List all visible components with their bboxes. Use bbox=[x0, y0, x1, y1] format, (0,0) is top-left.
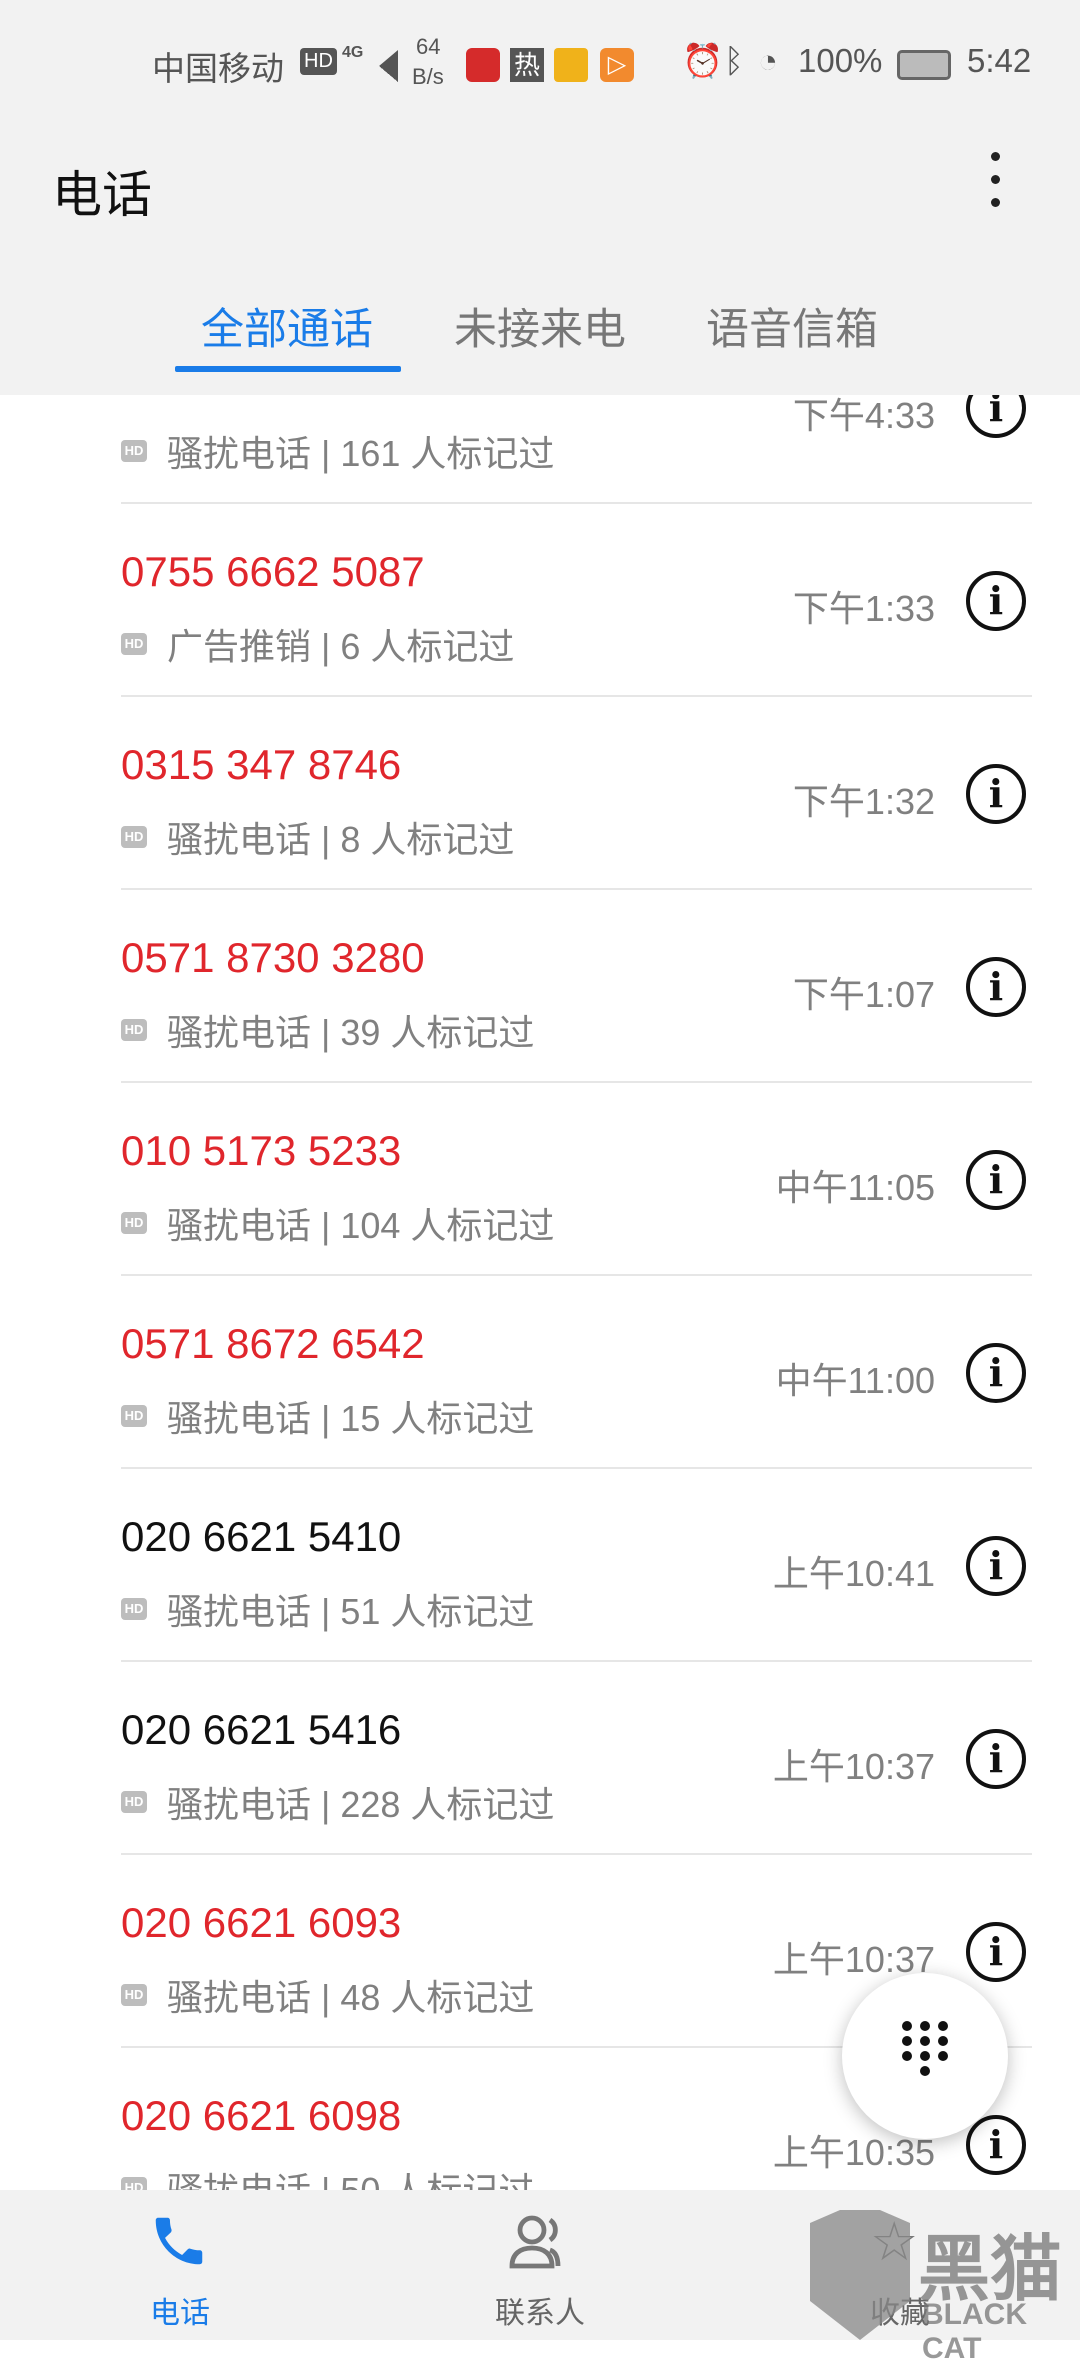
black-cat-watermark: 黑猫 BLACK CAT bbox=[810, 2210, 1080, 2365]
info-icon[interactable]: i bbox=[966, 571, 1026, 631]
call-log-row[interactable]: 0755 6662 5087 HD 广告推销 | 6 人标记过 下午1:33 i bbox=[121, 504, 1032, 697]
tab-all-calls[interactable]: 全部通话 bbox=[201, 295, 373, 357]
call-log-row[interactable]: 020 6621 5416 HD 骚扰电话 | 228 人标记过 上午10:37 … bbox=[121, 1662, 1032, 1855]
battery-percent: 100% bbox=[798, 42, 883, 79]
bluetooth-icon: ᛒ bbox=[724, 42, 744, 79]
spam-tag: 骚扰电话 | 39 人标记过 bbox=[167, 1012, 535, 1053]
info-icon[interactable]: i bbox=[966, 1536, 1026, 1596]
info-icon[interactable]: i bbox=[966, 2115, 1026, 2175]
dialpad-button[interactable] bbox=[842, 1973, 1008, 2139]
call-time: 下午1:33 bbox=[792, 588, 935, 629]
hd-call-icon: HD bbox=[121, 440, 147, 462]
play-app-icon: ▷ bbox=[600, 48, 634, 82]
signal-icon bbox=[360, 50, 398, 82]
call-time: 中午11:00 bbox=[775, 1360, 935, 1401]
call-log-row[interactable]: 0571 8672 6542 HD 骚扰电话 | 15 人标记过 中午11:00 … bbox=[121, 1276, 1032, 1469]
phone-number: 0755 6662 5087 bbox=[121, 548, 425, 595]
call-time: 上午10:41 bbox=[772, 1553, 935, 1594]
network-type: 4G bbox=[342, 44, 364, 61]
spam-tag: 骚扰电话 | 104 人标记过 bbox=[167, 1205, 555, 1246]
phone-icon bbox=[155, 2217, 203, 2265]
phone-number: 020 6621 5416 bbox=[121, 1706, 402, 1753]
info-icon[interactable]: i bbox=[966, 1150, 1026, 1210]
phone-number: 020 6621 6093 bbox=[121, 1899, 402, 1946]
nav-contacts[interactable]: 联系人 bbox=[360, 2190, 720, 2340]
more-vert-icon[interactable] bbox=[980, 152, 1010, 212]
hd-call-icon: HD bbox=[121, 1019, 147, 1041]
call-time: 中午11:05 bbox=[775, 1167, 935, 1208]
spam-tag: 广告推销 | 6 人标记过 bbox=[167, 626, 515, 667]
phone-number: 0315 347 8746 bbox=[121, 741, 402, 788]
phone-number: 020 6621 6098 bbox=[121, 2092, 402, 2139]
info-icon[interactable]: i bbox=[966, 764, 1026, 824]
call-time: 下午1:07 bbox=[792, 974, 935, 1015]
call-log-row[interactable]: 0315 347 8746 HD 骚扰电话 | 8 人标记过 下午1:32 i bbox=[121, 697, 1032, 890]
status-bar: 中国移动 HD 4G 64 B/s 热 ▷ ⏰ ᛒ ◔ 100% 5:42 bbox=[0, 0, 1080, 130]
info-icon[interactable]: i bbox=[966, 957, 1026, 1017]
call-log-row[interactable]: 0571 8730 3280 HD 骚扰电话 | 39 人标记过 下午1:07 i bbox=[121, 890, 1032, 1083]
call-log-list[interactable]: HD 骚扰电话 | 161 人标记过 下午4:33 i 0755 6662 5087… bbox=[0, 311, 1080, 2241]
info-icon[interactable]: i bbox=[966, 1922, 1026, 1982]
phone-number: 020 6621 5410 bbox=[121, 1513, 402, 1560]
call-label: HD 骚扰电话 | 48 人标记过 bbox=[121, 1969, 534, 2021]
nav-phone-label: 电话 bbox=[150, 2297, 210, 2330]
call-time: 上午10:37 bbox=[772, 1746, 935, 1787]
call-label: HD 骚扰电话 | 228 人标记过 bbox=[121, 1776, 554, 1828]
info-icon[interactable]: i bbox=[966, 1729, 1026, 1789]
call-log-row[interactable]: 020 6621 5410 HD 骚扰电话 | 51 人标记过 上午10:41 i bbox=[121, 1469, 1032, 1662]
hd-call-icon: HD bbox=[121, 1984, 147, 2006]
call-time: 下午1:32 bbox=[792, 781, 935, 822]
hd-call-icon: HD bbox=[121, 633, 147, 655]
spam-tag: 骚扰电话 | 48 人标记过 bbox=[167, 1977, 535, 2018]
tab-missed-calls[interactable]: 未接来电 bbox=[454, 295, 626, 357]
carrier: 中国移动 bbox=[152, 50, 284, 87]
hd-call-icon: HD bbox=[121, 826, 147, 848]
app-header: 电话 全部通话 未接来电 语音信箱 bbox=[0, 130, 1080, 395]
spam-tag: 骚扰电话 | 161 人标记过 bbox=[167, 433, 555, 474]
dialpad-icon bbox=[902, 2021, 948, 2076]
call-label: HD 广告推销 | 6 人标记过 bbox=[121, 618, 514, 670]
hd-call-icon: HD bbox=[121, 1791, 147, 1813]
call-log-row[interactable]: 010 5173 5233 HD 骚扰电话 | 104 人标记过 中午11:05 … bbox=[121, 1083, 1032, 1276]
video-app-icon bbox=[466, 48, 500, 82]
active-tab-indicator bbox=[175, 366, 401, 372]
spam-tag: 骚扰电话 | 8 人标记过 bbox=[167, 819, 515, 860]
call-label: HD 骚扰电话 | 161 人标记过 bbox=[121, 425, 554, 477]
battery-icon bbox=[897, 50, 951, 80]
call-label: HD 骚扰电话 | 104 人标记过 bbox=[121, 1197, 554, 1249]
speed-gauge-icon: ◔ bbox=[758, 42, 778, 79]
call-label: HD 骚扰电话 | 51 人标记过 bbox=[121, 1583, 534, 1635]
app-notification-icon bbox=[554, 48, 588, 82]
call-label: HD 骚扰电话 | 8 人标记过 bbox=[121, 811, 514, 863]
hd-call-icon: HD bbox=[121, 1405, 147, 1427]
hd-call-icon: HD bbox=[121, 1598, 147, 1620]
call-label: HD 骚扰电话 | 15 人标记过 bbox=[121, 1390, 534, 1442]
nav-contacts-label: 联系人 bbox=[495, 2297, 585, 2330]
speed-value: 64 bbox=[416, 34, 441, 59]
page-title: 电话 bbox=[52, 167, 152, 223]
phone-number: 0571 8672 6542 bbox=[121, 1320, 425, 1367]
info-icon[interactable]: i bbox=[966, 1343, 1026, 1403]
watermark-logo-subtext: BLACK CAT bbox=[922, 2298, 1027, 2365]
hd-icon: HD bbox=[300, 48, 337, 75]
hd-call-icon: HD bbox=[121, 1212, 147, 1234]
speed-unit: B/s bbox=[412, 64, 444, 89]
spam-tag: 骚扰电话 | 228 人标记过 bbox=[167, 1784, 555, 1825]
clock: 5:42 bbox=[967, 42, 1032, 79]
spam-tag: 骚扰电话 | 15 人标记过 bbox=[167, 1398, 535, 1439]
hot-news-icon: 热 bbox=[510, 48, 544, 82]
spam-tag: 骚扰电话 | 51 人标记过 bbox=[167, 1591, 535, 1632]
call-label: HD 骚扰电话 | 39 人标记过 bbox=[121, 1004, 534, 1056]
phone-number: 010 5173 5233 bbox=[121, 1127, 402, 1174]
nav-phone[interactable]: 电话 bbox=[0, 2190, 360, 2340]
alarm-icon: ⏰ bbox=[682, 42, 724, 79]
tab-voicemail[interactable]: 语音信箱 bbox=[706, 295, 878, 357]
contacts-icon bbox=[509, 2215, 561, 2269]
phone-number: 0571 8730 3280 bbox=[121, 934, 425, 981]
